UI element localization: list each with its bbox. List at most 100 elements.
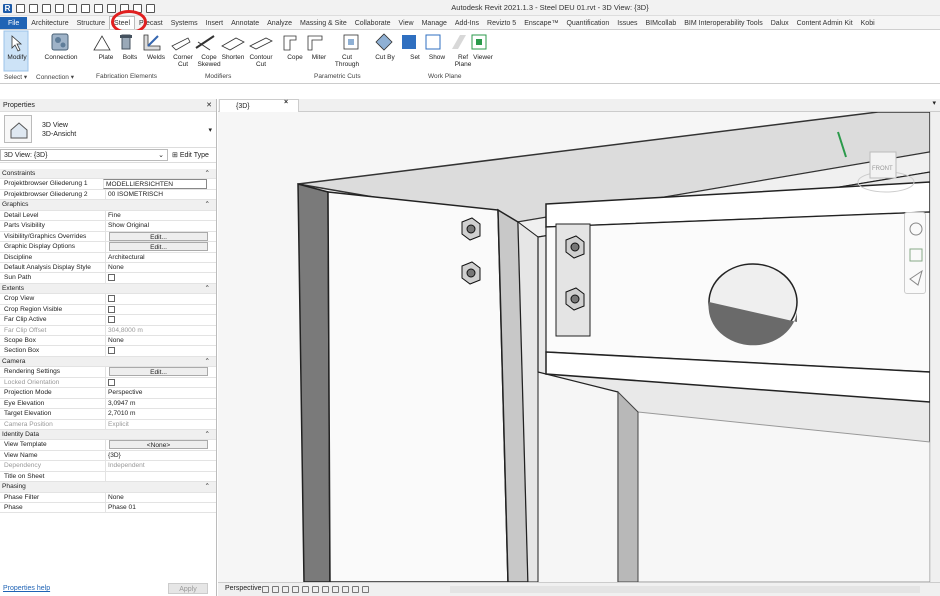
lock-3d-icon[interactable] [312, 586, 319, 593]
nav-wheel-icon[interactable] [905, 213, 927, 295]
tab-content-admin-kit[interactable]: Content Admin Kit [793, 17, 857, 29]
property-section[interactable]: Identity Data ⌃ [0, 429, 216, 441]
tab-kobi[interactable]: Kobi [857, 17, 879, 29]
sun-path-icon[interactable] [282, 586, 289, 593]
miter-button[interactable]: Miter [306, 54, 332, 61]
property-section[interactable]: Extents ⌃ [0, 283, 216, 295]
tab-annotate[interactable]: Annotate [227, 17, 263, 29]
collapse-icon[interactable]: ⌃ [204, 482, 210, 492]
property-edit-button[interactable]: Edit... [109, 367, 208, 377]
tab-precast[interactable]: Precast [135, 17, 167, 29]
analytical-model-icon[interactable] [352, 586, 359, 593]
detail-level-icon[interactable] [262, 586, 269, 593]
render-icon[interactable] [302, 586, 309, 593]
modify-button[interactable]: Modify [4, 54, 30, 61]
tab-dalux[interactable]: Dalux [767, 17, 793, 29]
property-value[interactable]: {3D} [105, 450, 209, 461]
tab-bim-interoperability-tools[interactable]: BIM Interoperability Tools [680, 17, 766, 29]
chevron-down-icon[interactable]: ▾ [208, 126, 212, 134]
type-selector[interactable]: 3D View 3D-Ansicht ▾ [0, 112, 216, 148]
property-value[interactable]: 3,0947 m [105, 398, 209, 409]
apply-button[interactable]: Apply [168, 583, 208, 594]
collapse-icon[interactable]: ⌃ [204, 357, 210, 367]
cut-by-button[interactable]: Cut By [372, 54, 398, 61]
tab-quantification[interactable]: Quantification [562, 17, 613, 29]
property-checkbox[interactable] [108, 295, 115, 303]
close-view-icon[interactable]: × [284, 99, 288, 106]
corner-cut-button[interactable]: Corner Cut [170, 54, 196, 68]
visual-style-icon[interactable] [272, 586, 279, 593]
chevron-down-icon[interactable]: ▾ [932, 99, 936, 107]
tab-issues[interactable]: Issues [613, 17, 641, 29]
property-value[interactable]: None [105, 336, 209, 346]
property-checkbox[interactable] [108, 347, 115, 355]
horizontal-scrollbar[interactable] [450, 586, 920, 593]
tab-file[interactable]: File [0, 17, 28, 29]
steel-connection-model[interactable]: FRONT [218, 112, 930, 582]
collapse-icon[interactable]: ⌃ [204, 200, 210, 210]
tab-massing-site[interactable]: Massing & Site [296, 17, 351, 29]
tab-steel[interactable]: Steel [109, 16, 136, 29]
tab-collaborate[interactable]: Collaborate [351, 17, 395, 29]
close-icon[interactable]: ✕ [206, 99, 212, 112]
property-value[interactable]: 2,7010 m [105, 409, 209, 420]
property-edit-button[interactable]: Edit... [109, 231, 208, 241]
property-section[interactable]: Constraints ⌃ [0, 169, 216, 180]
property-value[interactable]: MODELLIERSICHTEN [103, 179, 207, 190]
property-value[interactable]: None [105, 262, 209, 273]
properties-help-link[interactable]: Properties help [3, 585, 50, 592]
property-value[interactable]: Perspective [105, 388, 209, 399]
property-value[interactable]: Phase 01 [105, 503, 209, 513]
tab-structure[interactable]: Structure [73, 17, 109, 29]
connection-group-label[interactable]: Connection ▾ [36, 73, 74, 81]
projection-mode-label[interactable]: Perspective [225, 585, 262, 592]
collapse-icon[interactable]: ⌃ [204, 284, 210, 294]
tab-view[interactable]: View [395, 17, 418, 29]
contour-cut-button[interactable]: Contour Cut [248, 54, 274, 68]
tab-manage[interactable]: Manage [418, 17, 451, 29]
show-button[interactable]: Show [424, 54, 450, 61]
crop-icon[interactable] [322, 586, 329, 593]
tab-systems[interactable]: Systems [167, 17, 202, 29]
property-value[interactable]: Fine [105, 210, 209, 221]
collapse-icon[interactable]: ⌃ [204, 430, 210, 440]
property-checkbox[interactable] [108, 305, 115, 313]
welds-button[interactable]: Welds [143, 54, 169, 61]
tab-enscape-[interactable]: Enscape™ [520, 17, 562, 29]
hide-isolate-icon[interactable] [332, 586, 339, 593]
property-section[interactable]: Camera ⌃ [0, 356, 216, 368]
tab-architecture[interactable]: Architecture [27, 17, 72, 29]
tab-analyze[interactable]: Analyze [263, 17, 296, 29]
property-checkbox[interactable] [108, 274, 115, 282]
property-value[interactable]: 00 ISOMETRISCH [105, 189, 209, 200]
highlight-displacement-icon[interactable] [362, 586, 369, 593]
navigation-bar[interactable] [904, 212, 926, 294]
property-value[interactable]: Architectural [105, 252, 209, 263]
connection-button[interactable]: Connection [36, 54, 86, 61]
tab-insert[interactable]: Insert [202, 17, 228, 29]
select-group-label[interactable]: Select ▾ [4, 73, 27, 81]
edit-type-button[interactable]: ⊞ Edit Type [172, 148, 209, 163]
reveal-hidden-icon[interactable] [342, 586, 349, 593]
property-section[interactable]: Graphics ⌃ [0, 200, 216, 211]
property-section[interactable]: Phasing ⌃ [0, 482, 216, 493]
vertical-scrollbar[interactable] [930, 112, 940, 582]
bolts-button[interactable]: Bolts [117, 54, 143, 61]
3d-viewport[interactable]: FRONT [218, 112, 930, 582]
property-checkbox[interactable] [108, 316, 115, 324]
collapse-icon[interactable]: ⌃ [204, 169, 210, 179]
tab-bimcollab[interactable]: BIMcollab [642, 17, 681, 29]
viewer-button[interactable]: Viewer [470, 54, 496, 61]
tab-revizto-5[interactable]: Revizto 5 [483, 17, 520, 29]
property-value[interactable]: None [105, 492, 209, 503]
tab-add-ins[interactable]: Add-Ins [451, 17, 483, 29]
cut-through-button[interactable]: Cut Through [334, 54, 360, 68]
property-edit-button[interactable]: <None> [109, 440, 208, 450]
property-edit-button[interactable]: Edit... [109, 242, 208, 252]
cope-button[interactable]: Cope [282, 54, 308, 61]
plate-button[interactable]: Plate [93, 54, 119, 61]
shorten-button[interactable]: Shorten [220, 54, 246, 61]
shadows-icon[interactable] [292, 586, 299, 593]
property-value[interactable] [105, 471, 209, 482]
view-selector-dropdown[interactable]: 3D View: {3D} ⌄ [0, 149, 168, 161]
